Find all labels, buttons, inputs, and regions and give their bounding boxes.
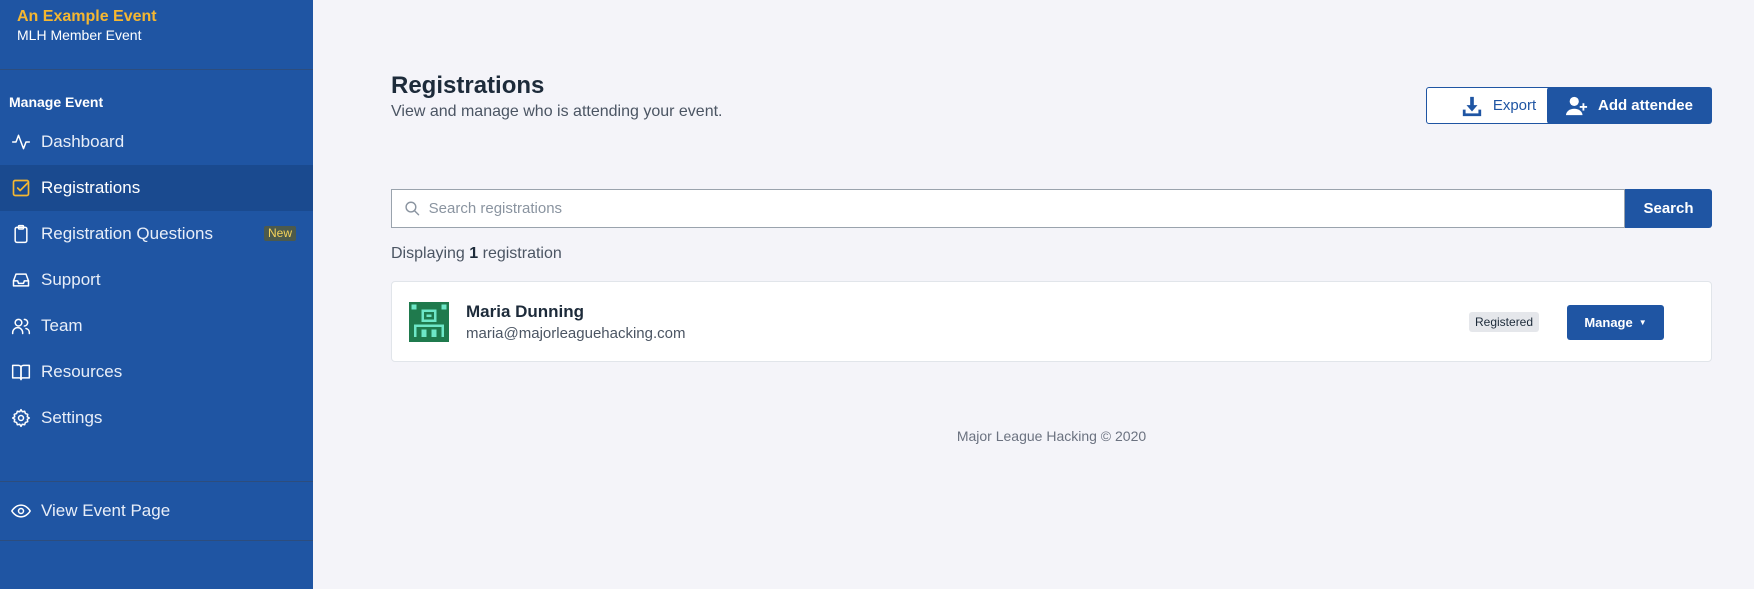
checkbox-icon [11,178,31,198]
results-number: 1 [469,245,479,262]
page-title: Registrations [391,72,545,99]
sidebar-item-label: Registrations [41,178,141,197]
attendee-email: maria@majorleaguehacking.com [466,325,686,342]
results-prefix: Displaying [391,245,465,262]
search-box [391,189,1625,228]
sidebar-item-label: Registration Questions [41,224,213,243]
sidebar-item-registration-questions[interactable]: Registration Questions New [0,211,313,257]
new-badge: New [263,226,296,241]
manage-label: Manage [1584,315,1633,330]
sidebar-item-settings[interactable]: Settings [0,395,313,441]
sidebar-divider [0,540,313,541]
view-event-page-link-wrap: View Event Page [0,488,313,534]
view-event-page-link[interactable]: View Event Page [0,488,313,534]
sidebar-item-label: Resources [41,362,123,381]
results-suffix: registration [482,245,562,262]
eye-icon [11,501,31,521]
sidebar-item-team[interactable]: Team [0,303,313,349]
gear-icon [11,408,31,428]
clipboard-icon [11,224,31,244]
view-event-page-label: View Event Page [41,501,171,520]
search-button[interactable]: Search [1625,189,1712,228]
event-title[interactable]: An Example Event [17,8,313,26]
add-attendee-label: Add attendee [1597,97,1693,114]
sidebar-item-label: Support [41,270,101,289]
results-count: Displaying 1 registration [391,245,562,263]
registration-card: Maria Dunning maria@majorleaguehacking.c… [391,281,1712,362]
section-label: Manage Event [9,94,104,110]
search-bar: Search [391,189,1712,228]
event-subtitle: MLH Member Event [17,27,142,43]
add-attendee-button[interactable]: Add attendee [1547,87,1712,124]
add-user-icon [1565,96,1588,115]
sidebar-nav: Dashboard Registrations Registration Que… [0,119,313,441]
sidebar-item-label: Team [41,316,83,335]
download-icon [1462,96,1481,116]
chevron-down-icon: ▼ [1638,318,1647,327]
manage-button[interactable]: Manage ▼ [1567,305,1664,340]
sidebar-item-label: Dashboard [41,132,125,151]
search-input[interactable] [428,200,1624,217]
export-label: Export [1492,97,1537,114]
sidebar-divider [0,481,313,482]
activity-icon [11,132,31,152]
sidebar: An Example Event MLH Member Event Manage… [0,0,313,589]
footer-copyright: Major League Hacking © 2020 [956,428,1147,444]
sidebar-item-registrations[interactable]: Registrations [0,165,313,211]
sidebar-item-resources[interactable]: Resources [0,349,313,395]
sidebar-item-dashboard[interactable]: Dashboard [0,119,313,165]
sidebar-item-support[interactable]: Support [0,257,313,303]
users-icon [11,316,31,336]
status-badge: Registered [1469,312,1540,332]
attendee-name: Maria Dunning [466,302,585,321]
avatar [409,302,449,342]
search-icon [405,201,420,216]
page-subtitle: View and manage who is attending your ev… [391,103,723,120]
sidebar-item-label: Settings [41,408,103,427]
inbox-icon [11,270,31,290]
event-header: An Example Event MLH Member Event [0,0,313,70]
book-icon [11,362,31,382]
